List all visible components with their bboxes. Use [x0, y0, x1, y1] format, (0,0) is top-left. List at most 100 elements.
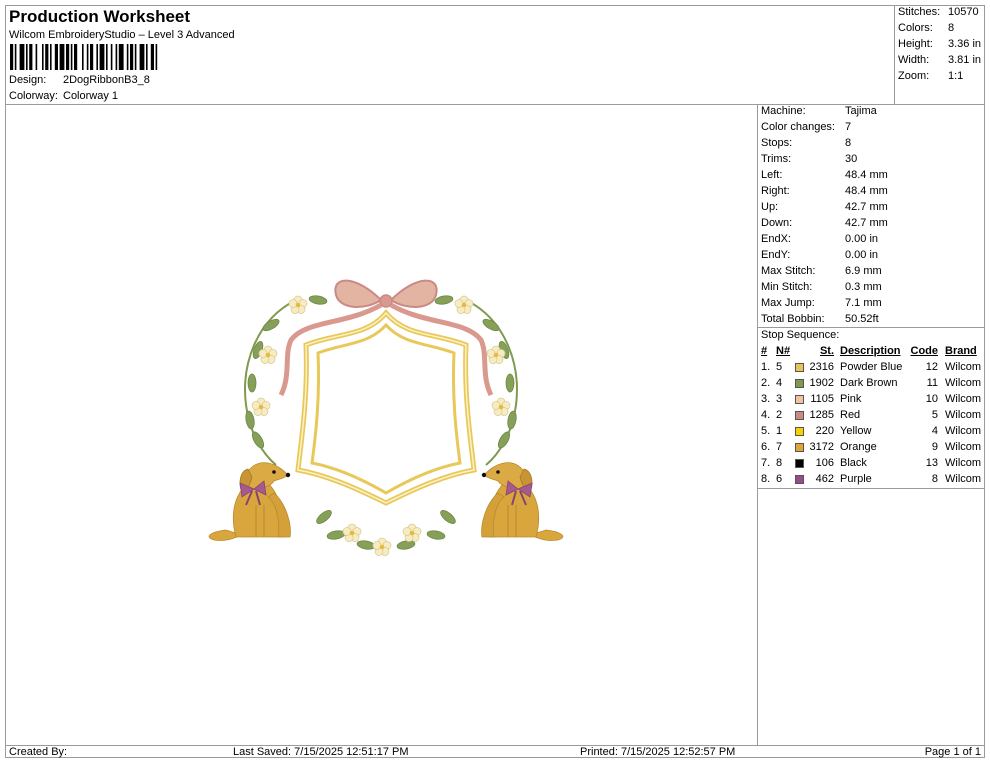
- summary-label: Stitches:: [898, 6, 941, 18]
- info-machine: Machine: Tajima: [761, 105, 877, 120]
- stop-code: 12: [925, 361, 938, 373]
- stop-num: 1.: [761, 361, 771, 373]
- summary-height: Height: 3.36 in: [898, 38, 981, 50]
- info-color-changes: Color changes: 7: [761, 121, 851, 136]
- page-number: Page 1 of 1: [924, 746, 981, 758]
- printed-date: Printed: 7/15/2025 12:52:57 PM: [580, 746, 736, 758]
- stop-brand: Wilcom: [945, 441, 982, 453]
- summary-colors: Colors: 8: [898, 22, 954, 34]
- color-swatch: [795, 411, 804, 420]
- design-value: 2DogRibbonB3_8: [63, 74, 150, 86]
- shield-frame: [295, 309, 477, 506]
- info-value: 0.00 in: [845, 249, 879, 261]
- embroidery-design-image: [208, 279, 564, 556]
- stop-n: 1: [776, 425, 783, 437]
- info-stops: Stops: 8: [761, 137, 851, 152]
- stop-row: 8. 6 462 Purple 8 Wilcom: [758, 473, 985, 488]
- stop-brand: Wilcom: [945, 377, 982, 389]
- info-label: Total Bobbin:: [761, 313, 825, 325]
- stop-stitches: 2316: [809, 361, 834, 373]
- stop-description: Orange: [840, 441, 877, 453]
- color-swatch: [795, 427, 804, 436]
- stop-num: 7.: [761, 457, 771, 469]
- info-label: Right:: [761, 185, 790, 197]
- stop-sequence-divider: [758, 327, 985, 328]
- summary-width: Width: 3.81 in: [898, 54, 981, 66]
- stop-num: 8.: [761, 473, 771, 485]
- design-row: Design: 2DogRibbonB3_8: [9, 74, 150, 86]
- stop-stitches: 106: [815, 457, 834, 469]
- info-label: Left:: [761, 169, 783, 181]
- info-value: 50.52ft: [845, 313, 879, 325]
- info-value: 42.7 mm: [845, 217, 888, 229]
- info-value: 0.00 in: [845, 233, 879, 245]
- stop-code: 11: [926, 377, 938, 389]
- stop-description: Yellow: [840, 425, 872, 437]
- stop-row: 1. 5 2316 Powder Blue 12 Wilcom: [758, 361, 985, 376]
- color-swatch: [795, 395, 804, 404]
- stop-row: 4. 2 1285 Red 5 Wilcom: [758, 409, 985, 424]
- info-endy: EndY: 0.00 in: [761, 249, 878, 264]
- info-label: Color changes:: [761, 121, 835, 133]
- header-brand: Brand: [945, 345, 977, 357]
- stop-n: 5: [776, 361, 783, 373]
- info-label: Up:: [761, 201, 779, 213]
- info-value: 30: [845, 153, 858, 165]
- colorway-label: Colorway:: [9, 90, 58, 102]
- info-right: Right: 48.4 mm: [761, 185, 888, 200]
- info-value: 7.1 mm: [845, 297, 882, 309]
- stop-description: Red: [840, 409, 861, 421]
- info-label: Down:: [761, 217, 793, 229]
- stop-description: Powder Blue: [840, 361, 903, 373]
- info-min-stitch: Min Stitch: 0.3 mm: [761, 281, 882, 296]
- summary-zoom: Zoom: 1:1: [898, 70, 963, 82]
- stop-row: 2. 4 1902 Dark Brown 11 Wilcom: [758, 377, 985, 392]
- info-value: 0.3 mm: [845, 281, 882, 293]
- info-value: 48.4 mm: [845, 169, 888, 181]
- stop-n: 7: [776, 441, 783, 453]
- stop-row: 3. 3 1105 Pink 10 Wilcom: [758, 393, 985, 408]
- stop-description: Purple: [840, 473, 872, 485]
- color-swatch: [795, 459, 804, 468]
- design-preview: [6, 105, 757, 745]
- dog-left: [208, 461, 292, 542]
- stop-sequence-title: Stop Sequence:: [761, 329, 840, 341]
- info-label: Min Stitch:: [761, 281, 813, 293]
- info-max-stitch: Max Stitch: 6.9 mm: [761, 265, 882, 280]
- worksheet-header: Production Worksheet Wilcom EmbroiderySt…: [6, 6, 894, 104]
- page-title: Production Worksheet: [9, 7, 191, 26]
- info-label: Machine:: [761, 105, 806, 117]
- colorway-row: Colorway: Colorway 1: [9, 90, 118, 102]
- summary-value: 8: [948, 22, 955, 34]
- info-endx: EndX: 0.00 in: [761, 233, 878, 248]
- info-up: Up: 42.7 mm: [761, 201, 888, 216]
- summary-label: Zoom:: [898, 70, 930, 82]
- stop-num: 2.: [761, 377, 771, 389]
- stop-num: 3.: [761, 393, 771, 405]
- barcode: [10, 44, 158, 70]
- info-total-bobbin: Total Bobbin: 50.52ft: [761, 313, 879, 328]
- stop-code: 8: [931, 473, 938, 485]
- stop-n: 2: [776, 409, 783, 421]
- info-label: EndY:: [761, 249, 791, 261]
- stop-n: 6: [776, 473, 783, 485]
- stop-num: 5.: [761, 425, 771, 437]
- last-saved: Last Saved: 7/15/2025 12:51:17 PM: [233, 746, 409, 758]
- summary-value: 3.81 in: [948, 54, 982, 66]
- stop-brand: Wilcom: [945, 409, 982, 421]
- stop-brand: Wilcom: [945, 425, 982, 437]
- color-swatch: [795, 379, 804, 388]
- info-label: Max Jump:: [761, 297, 815, 309]
- stop-stitches: 1285: [809, 409, 834, 421]
- stop-code: 5: [931, 409, 938, 421]
- info-value: 42.7 mm: [845, 201, 888, 213]
- software-name: Wilcom EmbroideryStudio – Level 3 Advanc…: [9, 29, 235, 41]
- info-label: Trims:: [761, 153, 792, 165]
- summary-label: Height:: [898, 38, 933, 50]
- stop-stitches: 1902: [809, 377, 834, 389]
- created-by: Created By:: [9, 746, 68, 758]
- header-code: Code: [910, 345, 939, 357]
- header-description: Description: [840, 345, 901, 357]
- stop-row: 6. 7 3172 Orange 9 Wilcom: [758, 441, 985, 456]
- stop-stitches: 220: [815, 425, 834, 437]
